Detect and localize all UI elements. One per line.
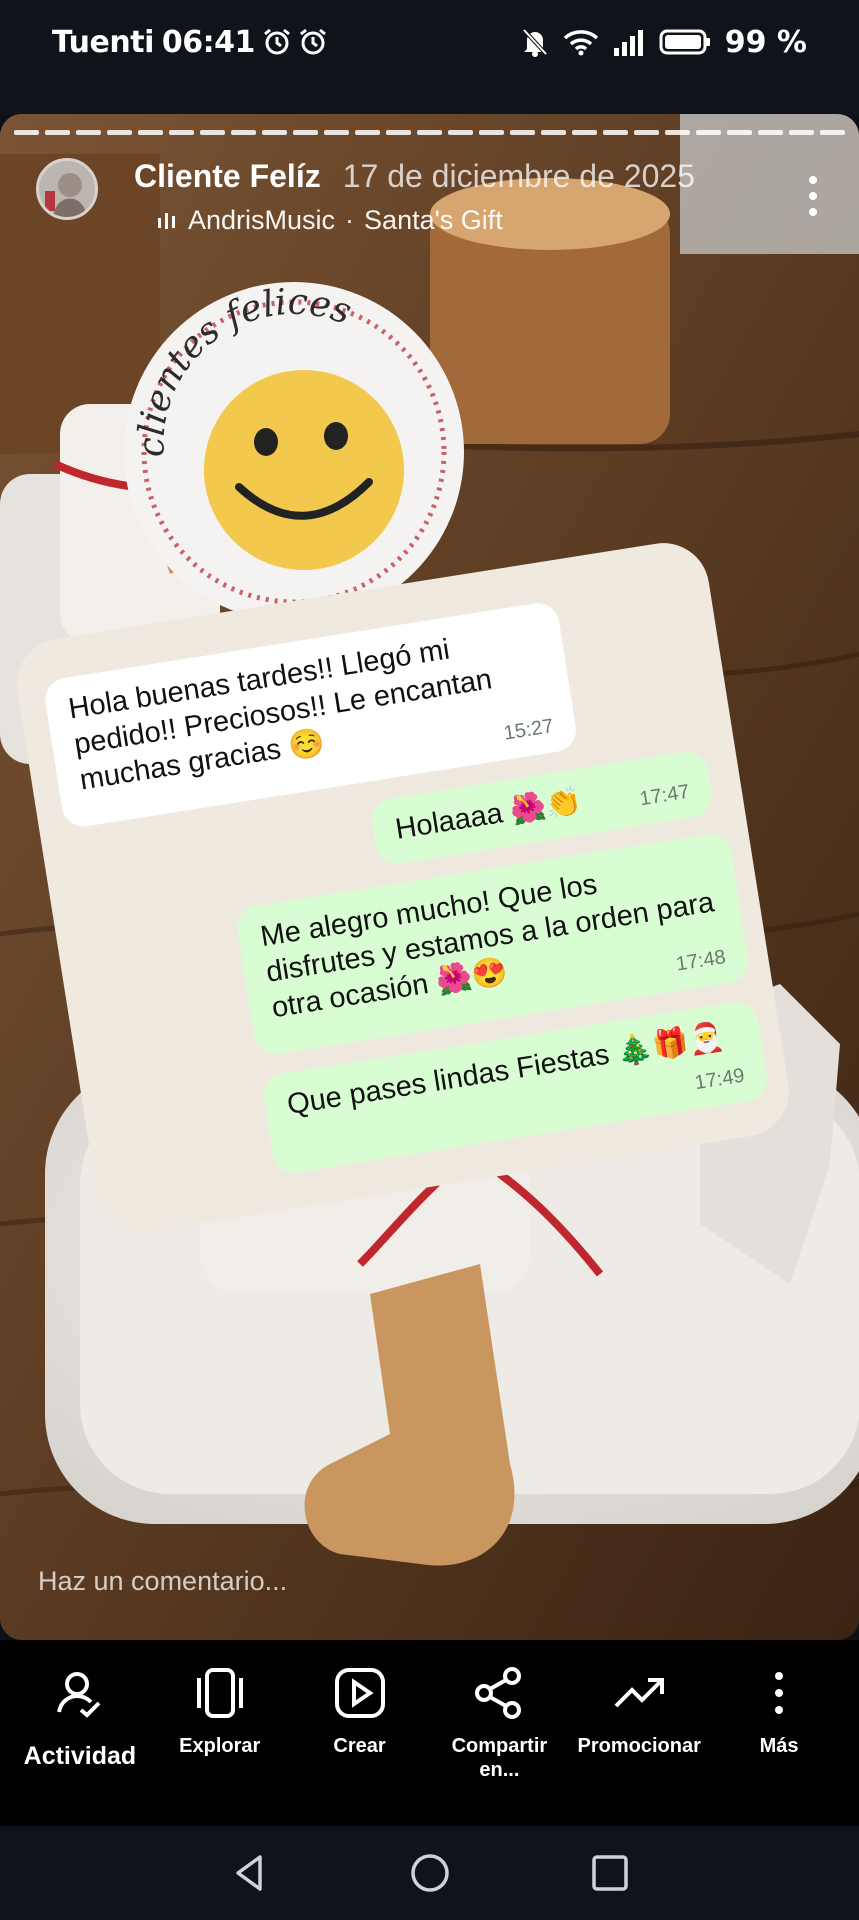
story-author-name[interactable]: Cliente Felíz [134,158,321,195]
music-bars-icon [158,212,175,229]
mute-bell-icon [522,28,548,57]
message-time: 17:47 [638,780,692,811]
activity-button[interactable]: Actividad [10,1640,150,1826]
status-bar: Tuenti 06:41 99 % [0,0,859,84]
share-label: Compartir en... [451,1735,548,1781]
activity-icon [56,1672,101,1718]
system-navigation-bar [0,1826,859,1920]
message-time: 17:49 [693,1064,747,1095]
avatar-image [39,161,95,217]
share-button[interactable]: Compartir en... [429,1640,569,1826]
message-text: Me alegro mucho! Que los disfrutes y est… [258,868,717,1025]
back-icon[interactable] [230,1853,270,1893]
clock-time: 06:41 [161,24,256,60]
chat-screenshot: Hola buenas tardes!! Llegó mi pedido!! P… [10,530,846,1308]
battery-percent: 99 % [724,24,807,60]
create-icon [334,1668,385,1718]
message-text: Holaaaa 🌺👏 [393,784,585,846]
create-button[interactable]: Crear [290,1640,430,1826]
music-separator: · [345,205,355,235]
story-date: 17 de diciembre de 2025 [342,158,695,194]
story-header: Cliente Felíz 17 de diciembre de 2025 An… [36,158,695,236]
recents-icon[interactable] [590,1853,630,1893]
avatar[interactable] [36,158,98,220]
more-icon [775,1672,784,1714]
promote-label: Promocionar [577,1735,701,1757]
message-time: 17:48 [674,946,728,976]
explore-label: Explorar [179,1735,261,1757]
share-icon [475,1667,522,1719]
wifi-icon [563,30,598,56]
promote-icon [614,1678,665,1708]
bottom-action-bar: Actividad Explorar Crear Compartir en...… [0,1640,859,1826]
activity-label: Actividad [23,1742,137,1770]
music-title: Santa's Gift [364,205,503,235]
more-button[interactable]: Más [709,1640,849,1826]
alarm-icon [299,28,326,55]
story-viewer[interactable]: Cliente Felíz 17 de diciembre de 2025 An… [0,114,859,1640]
explore-button[interactable]: Explorar [150,1640,290,1826]
create-label: Crear [333,1735,386,1757]
story-progress-bar [14,130,845,135]
comment-input[interactable]: Haz un comentario... [38,1566,287,1597]
smiley-face-icon [204,370,404,570]
carrier-label: Tuenti [52,24,154,60]
explore-icon [196,1668,243,1718]
message-time: 15:27 [502,715,556,745]
story-music[interactable]: AndrisMusic · Santa's Gift [156,205,695,236]
alarm-icon [263,28,290,55]
battery-icon [659,29,710,55]
promote-button[interactable]: Promocionar [569,1640,709,1826]
home-icon[interactable] [410,1853,450,1893]
signal-icon [613,30,643,56]
more-label: Más [759,1735,799,1757]
more-vertical-icon[interactable] [803,174,823,218]
music-artist: AndrisMusic [188,205,336,235]
clientes-felices-sticker: clientes felices [124,282,464,622]
message-text: Hola buenas tardes!! Llegó mi pedido!! P… [66,633,495,797]
